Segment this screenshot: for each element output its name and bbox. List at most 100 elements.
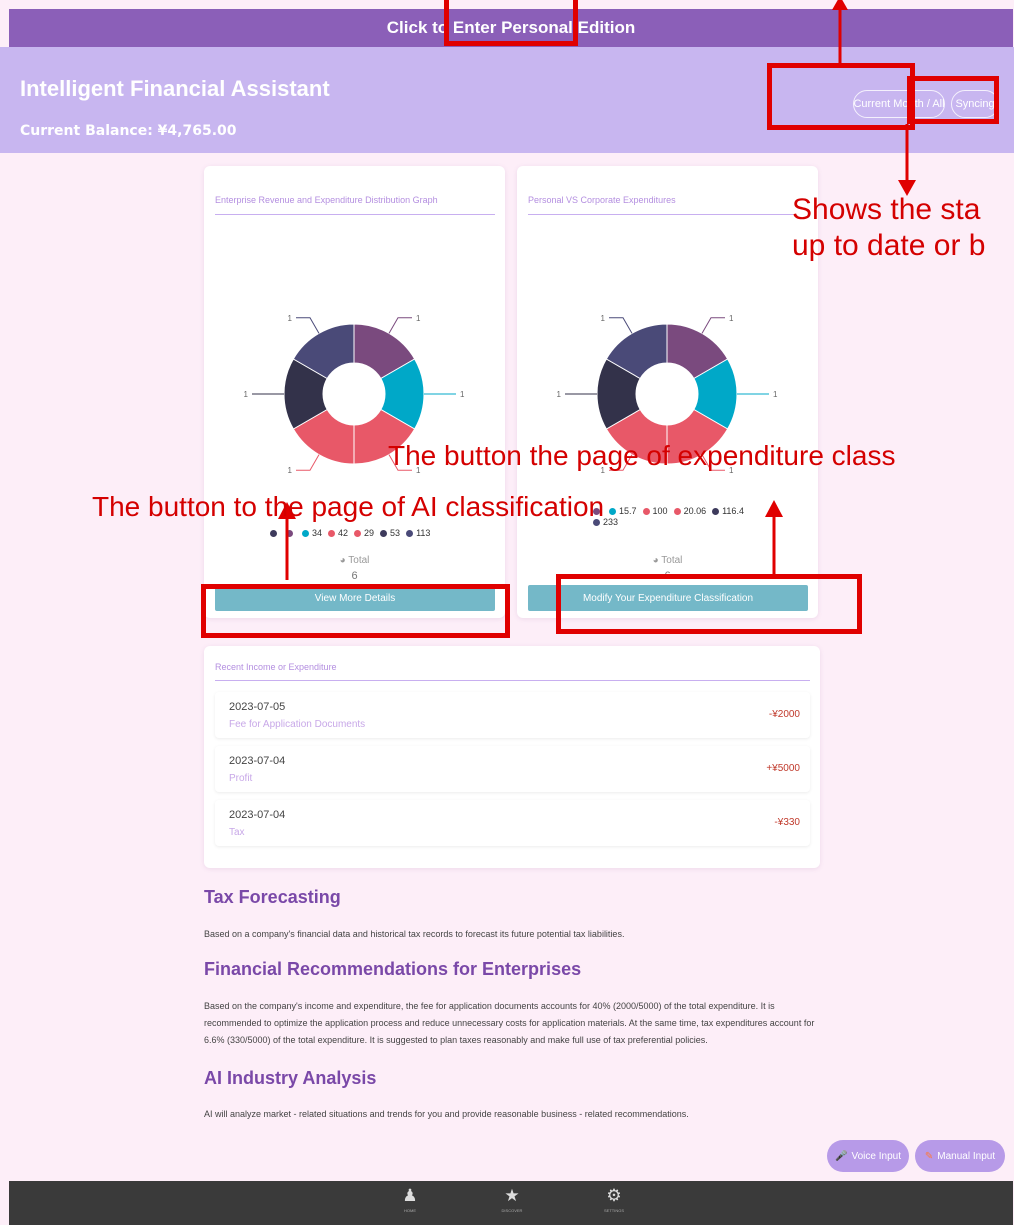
total-value: 6 xyxy=(351,570,358,582)
slice-label: 1 xyxy=(288,466,293,475)
legend-item[interactable]: 53 xyxy=(380,528,400,538)
legend-item[interactable] xyxy=(286,528,296,538)
legend-swatch xyxy=(354,530,362,537)
slice-label: 1 xyxy=(729,314,734,323)
app-title: Intelligent Financial Assistant xyxy=(20,76,330,101)
leader-line xyxy=(609,317,633,334)
divider xyxy=(528,214,793,215)
legend-label: 233 xyxy=(603,517,619,527)
pie-chart-icon: ◕ xyxy=(652,555,659,566)
legend-label: 53 xyxy=(390,528,401,538)
slice-label: 1 xyxy=(773,390,778,399)
total-label: ◕ Total xyxy=(339,555,370,566)
financial-recommendations-text: Based on the company's income and expend… xyxy=(204,1001,815,1045)
legend-swatch xyxy=(712,508,720,515)
slice-label: 1 xyxy=(601,314,606,323)
legend-item[interactable]: 42 xyxy=(328,528,348,538)
enterprise-chart-card: Enterprise Revenue and Expenditure Distr… xyxy=(204,166,505,618)
user-icon: ♟ xyxy=(402,1186,418,1205)
slice-label: 1 xyxy=(244,390,249,399)
transaction-row[interactable]: 2023-07-05 Fee for Application Documents… xyxy=(215,692,810,738)
card-title: Enterprise Revenue and Expenditure Distr… xyxy=(215,195,438,205)
transaction-date: 2023-07-04 xyxy=(229,809,286,821)
legend-swatch xyxy=(328,530,336,537)
legend-label: 29 xyxy=(364,528,375,538)
legend-swatch xyxy=(302,530,309,537)
legend-item[interactable]: 15.7 xyxy=(609,506,637,517)
chart-legend: 15.7 100 20.06 116.4 233 xyxy=(593,506,753,528)
leader-line xyxy=(296,317,320,334)
legend-label: 100 xyxy=(652,506,668,516)
legend-item[interactable]: 34 xyxy=(302,528,322,538)
legend-item[interactable]: 100 xyxy=(642,506,668,517)
slice-label: 1 xyxy=(557,390,562,399)
annotation-box-modify-classification xyxy=(556,574,862,634)
transaction-amount: +¥5000 xyxy=(766,763,800,774)
manual-input-button[interactable]: ✎ Manual Input xyxy=(915,1140,1005,1172)
pencil-icon: ✎ xyxy=(924,1150,934,1162)
slice-label: 1 xyxy=(288,314,293,323)
legend-item[interactable]: 113 xyxy=(406,528,430,538)
bottom-navigation: ♟ HOME ★ DISCOVER ⚙ SETTINGS xyxy=(9,1181,1013,1225)
transaction-amount: -¥2000 xyxy=(768,709,800,720)
legend-swatch xyxy=(609,508,616,515)
card-title: Personal VS Corporate Expenditures xyxy=(528,195,676,205)
legend-swatch xyxy=(270,530,277,537)
legend-item[interactable]: 29 xyxy=(354,528,374,538)
nav-discover[interactable]: ★ DISCOVER xyxy=(492,1186,532,1213)
transaction-description: Fee for Application Documents xyxy=(229,719,366,730)
chart-legend: 34 42 29 53 113 xyxy=(270,528,436,538)
transaction-date: 2023-07-05 xyxy=(229,701,286,713)
annotation-sync-status: Shows the sta up to date or b xyxy=(792,193,986,262)
annotation-box-sync xyxy=(907,76,999,124)
voice-input-button[interactable]: 🎤 Voice Input xyxy=(827,1140,909,1172)
legend-label: 34 xyxy=(312,528,323,538)
ai-industry-analysis-heading: AI Industry Analysis xyxy=(204,1068,377,1088)
legend-item[interactable]: 116.4 xyxy=(712,506,744,517)
legend-item[interactable] xyxy=(270,528,280,538)
legend-swatch xyxy=(286,530,293,537)
current-balance: Current Balance: ¥4,765.00 xyxy=(20,123,237,139)
recent-transactions-card: Recent Income or Expenditure 2023-07-05 … xyxy=(204,646,820,868)
transaction-row[interactable]: 2023-07-04 Tax -¥330 xyxy=(215,800,810,846)
annotation-box-view-details xyxy=(201,584,510,638)
microphone-icon: 🎤 xyxy=(835,1150,848,1162)
transaction-description: Tax xyxy=(229,827,245,838)
total-label: ◕ Total xyxy=(652,555,683,566)
transaction-amount: -¥330 xyxy=(774,817,800,828)
legend-item[interactable]: 20.06 xyxy=(673,506,707,517)
gear-icon: ⚙ xyxy=(606,1186,622,1205)
financial-recommendations-heading: Financial Recommendations for Enterprise… xyxy=(204,959,582,979)
pie-chart-icon: ◕ xyxy=(339,555,346,566)
leader-line xyxy=(296,454,320,471)
slice-label: 1 xyxy=(416,314,421,323)
annotation-box-period xyxy=(767,63,915,130)
ai-industry-analysis-text: AI will analyze market - related situati… xyxy=(204,1109,689,1119)
nav-home[interactable]: ♟ HOME xyxy=(390,1186,430,1213)
recent-title: Recent Income or Expenditure xyxy=(215,662,337,672)
transaction-description: Profit xyxy=(229,773,253,784)
star-icon: ★ xyxy=(504,1186,520,1205)
transaction-row[interactable]: 2023-07-04 Profit +¥5000 xyxy=(215,746,810,792)
leader-line xyxy=(388,317,412,334)
nav-settings[interactable]: ⚙ SETTINGS xyxy=(594,1186,634,1213)
leader-line xyxy=(701,317,725,334)
legend-swatch xyxy=(380,530,388,537)
legend-swatch xyxy=(673,508,681,515)
legend-label: 116.4 xyxy=(722,506,744,516)
slice-label: 1 xyxy=(460,390,465,399)
annotation-ai-button: The button to the page of AI classificat… xyxy=(92,491,605,522)
annotation-expenditure-button: The button the page of expenditure class xyxy=(388,440,896,471)
annotation-box-banner xyxy=(444,0,578,46)
legend-label: 20.06 xyxy=(683,506,707,516)
legend-label: 113 xyxy=(416,528,431,538)
legend-label: 15.7 xyxy=(619,506,637,516)
tax-forecasting-text: Based on a company's financial data and … xyxy=(204,929,625,939)
personal-corporate-chart-card: Personal VS Corporate Expenditures 11111… xyxy=(517,166,818,618)
divider xyxy=(215,214,495,215)
tax-forecasting-heading: Tax Forecasting xyxy=(204,887,341,907)
legend-swatch xyxy=(406,530,414,537)
divider xyxy=(215,680,810,681)
legend-swatch xyxy=(642,508,650,515)
legend-label: 42 xyxy=(338,528,349,538)
